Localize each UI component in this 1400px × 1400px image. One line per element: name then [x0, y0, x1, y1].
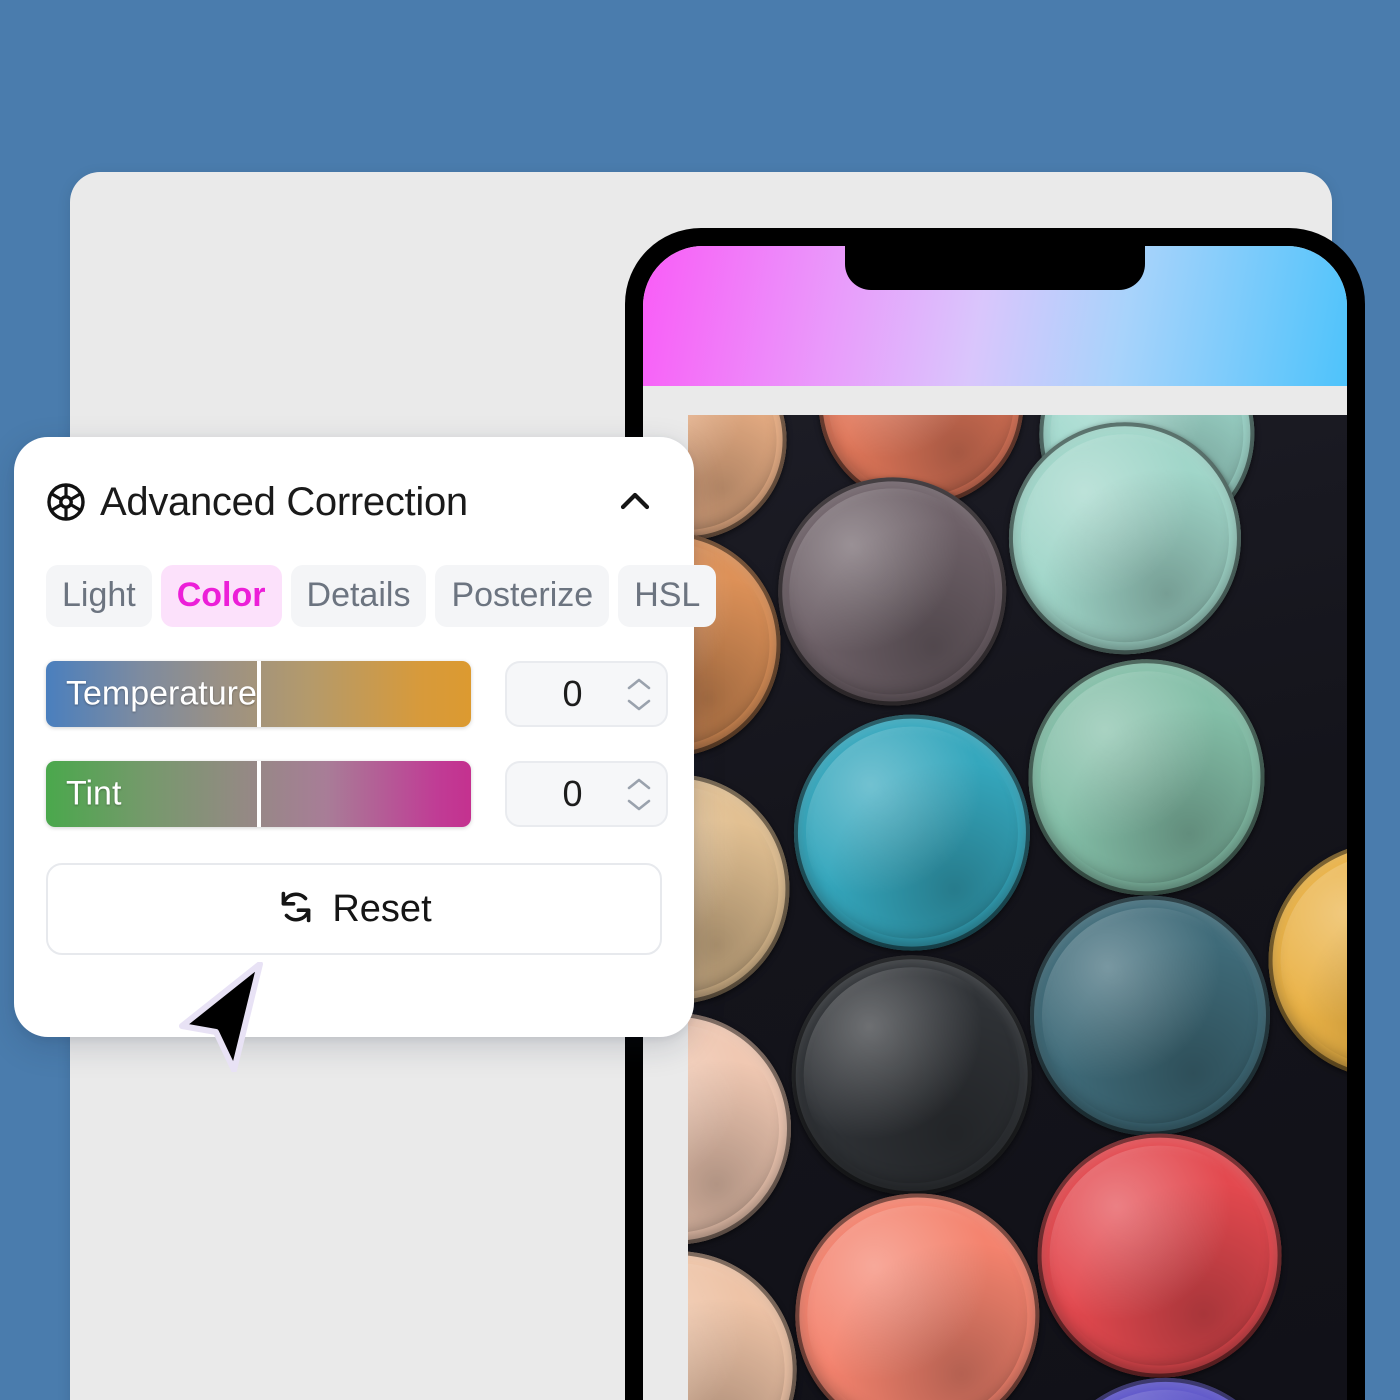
slider-handle[interactable] [256, 761, 261, 827]
eyeshadow-pan [786, 1184, 1048, 1400]
slider-tint[interactable]: Tint [46, 761, 471, 827]
page-title: Advanced Correction [100, 479, 468, 524]
slider-label: Tint [66, 774, 122, 813]
slider-row-tint: Tint 0 [46, 761, 668, 827]
chevron-down-icon [627, 799, 651, 810]
reset-button[interactable]: Reset [46, 863, 662, 955]
reset-label: Reset [332, 887, 432, 930]
chevron-up-icon [627, 678, 651, 689]
stepper-tint[interactable]: 0 [505, 761, 668, 827]
eyeshadow-pan [783, 946, 1041, 1204]
advanced-correction-panel: Advanced Correction Light Color Details Pos… [14, 437, 717, 1037]
eyeshadow-pan [1260, 833, 1347, 1087]
eyeshadow-pan [688, 1004, 800, 1253]
refresh-icon [276, 887, 316, 932]
slider-group: Temperature 0 Tint 0 [46, 661, 668, 827]
chevron-up-icon[interactable] [608, 475, 662, 529]
slider-label: Temperature [66, 674, 257, 713]
eyeshadow-pan [770, 469, 1015, 714]
eyeshadow-pan [1028, 1125, 1291, 1387]
slider-temperature[interactable]: Temperature [46, 661, 471, 727]
stepper-temperature[interactable]: 0 [505, 661, 668, 727]
tab-color[interactable]: Color [160, 565, 282, 627]
eyeshadow-pan [1020, 650, 1273, 904]
palette-tray [688, 415, 1347, 1400]
stepper-value[interactable]: 0 [507, 673, 620, 715]
phone-mockup [625, 228, 1365, 1400]
tab-light[interactable]: Light [46, 565, 152, 627]
stepper-value[interactable]: 0 [507, 773, 620, 815]
phone-screen [643, 246, 1347, 1400]
stepper-arrows[interactable] [620, 677, 666, 712]
slider-row-temperature: Temperature 0 [46, 661, 668, 727]
screenshot-root: Advanced Correction Light Color Details Pos… [0, 0, 1400, 1400]
eyeshadow-pan [688, 415, 794, 548]
eyeshadow-pan [688, 524, 789, 765]
tab-bar: Light Color Details Posterize HSL [46, 565, 717, 627]
tab-hsl[interactable]: HSL [618, 565, 717, 627]
aperture-icon [46, 482, 86, 522]
eyeshadow-pan [785, 706, 1039, 959]
panel-header: Advanced Correction [46, 471, 662, 533]
eyeshadow-pan [688, 766, 798, 1013]
eyeshadow-pan [688, 1242, 806, 1400]
eyeshadow-pan [1021, 887, 1279, 1145]
chevron-down-icon [627, 699, 651, 710]
stepper-arrows[interactable] [620, 777, 666, 812]
chevron-up-icon [627, 778, 651, 789]
eyeshadow-palette-photo [688, 415, 1347, 1400]
tab-posterize[interactable]: Posterize [435, 565, 610, 627]
phone-notch [845, 246, 1145, 290]
tab-details[interactable]: Details [290, 565, 427, 627]
slider-handle[interactable] [256, 661, 261, 727]
